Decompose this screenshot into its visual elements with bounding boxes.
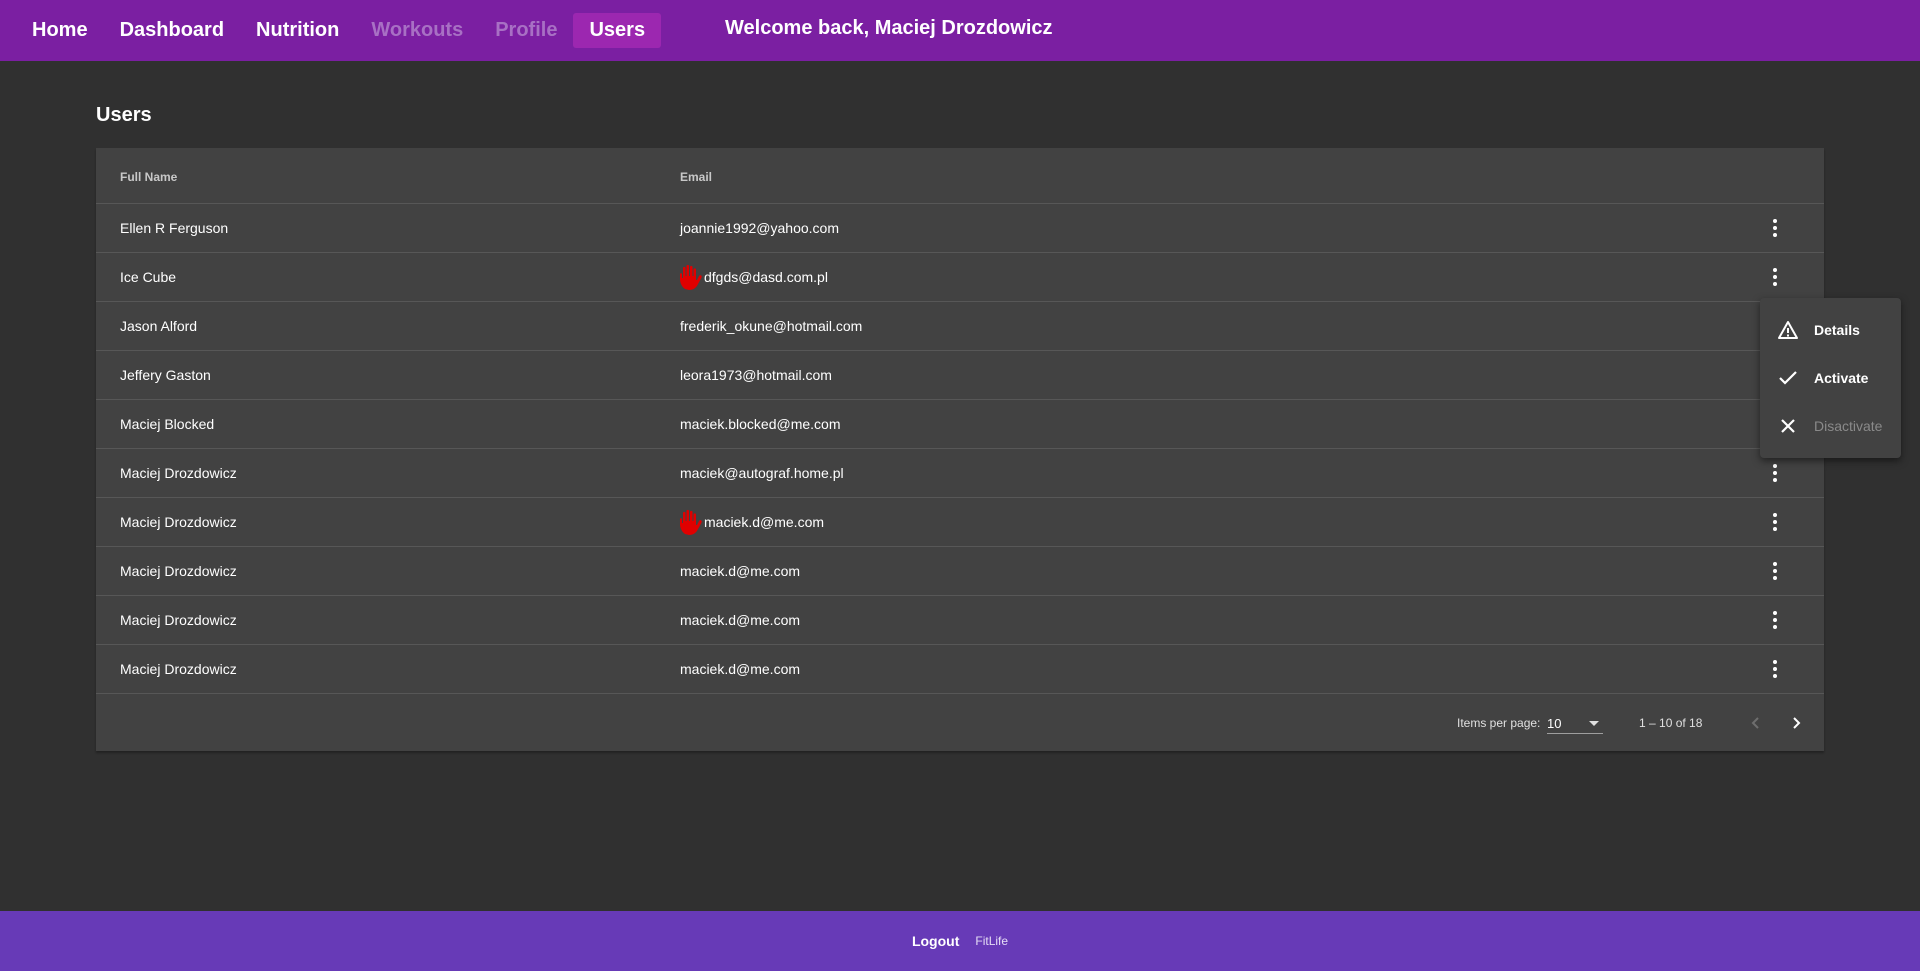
menu-item-details[interactable]: Details xyxy=(1760,306,1901,354)
cell-full-name: Jason Alford xyxy=(120,318,198,334)
cell-full-name: Maciej Drozdowicz xyxy=(120,612,237,628)
nav-users[interactable]: Users xyxy=(573,13,662,48)
users-table: Full Name Email Ellen R Ferguson joannie… xyxy=(96,148,1824,751)
table-row: Maciej Blocked maciek.blocked@me.com xyxy=(96,400,1824,449)
cell-full-name: Jeffery Gaston xyxy=(120,367,211,383)
table-row: Maciej Drozdowicz maciek.d@me.com xyxy=(96,596,1824,645)
menu-item-activate[interactable]: Activate xyxy=(1760,354,1901,402)
cell-email: maciek.blocked@me.com xyxy=(680,416,841,432)
column-header-full-name[interactable]: Full Name xyxy=(120,170,177,184)
cell-full-name: Ellen R Ferguson xyxy=(120,220,229,236)
cell-email: frederik_okune@hotmail.com xyxy=(680,318,862,334)
table-row: Jason Alford frederik_okune@hotmail.com xyxy=(96,302,1824,351)
email-text: frederik_okune@hotmail.com xyxy=(680,318,863,334)
email-text: joannie1992@yahoo.com xyxy=(680,220,839,236)
chevron-left-icon xyxy=(1751,717,1759,729)
items-per-page-select[interactable]: 10 xyxy=(1547,712,1603,734)
top-navbar: Home Dashboard Nutrition Workouts Profil… xyxy=(0,0,1920,61)
cell-full-name: Ice Cube xyxy=(120,269,177,285)
chevron-right-icon xyxy=(1793,717,1801,729)
table-row: Ellen R Ferguson joannie1992@yahoo.com xyxy=(96,204,1824,253)
check-icon xyxy=(1776,366,1800,390)
table-row: Maciej Drozdowicz maciek.d@me.com xyxy=(96,498,1824,547)
nav-home[interactable]: Home xyxy=(16,13,104,48)
logout-link[interactable]: Logout xyxy=(912,933,959,949)
dropdown-arrow-icon xyxy=(1589,721,1599,726)
email-text: dfgds@dasd.com.pl xyxy=(704,269,828,285)
cell-full-name: Maciej Blocked xyxy=(120,416,215,432)
more-vert-icon[interactable] xyxy=(1763,265,1787,289)
email-text: maciek.d@me.com xyxy=(680,563,801,579)
nav-dashboard[interactable]: Dashboard xyxy=(104,13,240,48)
nav-profile[interactable]: Profile xyxy=(479,13,573,48)
nav-workouts[interactable]: Workouts xyxy=(355,13,479,48)
email-text: maciek.d@me.com xyxy=(704,514,825,530)
blocked-hand-icon xyxy=(680,509,702,535)
row-actions-menu: Details Activate Disactivate xyxy=(1760,298,1901,458)
menu-item-disactivate[interactable]: Disactivate xyxy=(1760,402,1901,450)
items-per-page-label: Items per page: xyxy=(1457,716,1541,730)
cell-full-name: Maciej Drozdowicz xyxy=(120,514,237,530)
cell-email: joannie1992@yahoo.com xyxy=(680,220,839,236)
table-row: Maciej Drozdowicz maciek.d@me.com xyxy=(96,547,1824,596)
page-title: Users xyxy=(96,104,152,126)
email-text: maciek.d@me.com xyxy=(680,612,801,628)
previous-page-button[interactable] xyxy=(1742,709,1770,737)
brand-name: FitLife xyxy=(975,934,1009,948)
more-vert-icon[interactable] xyxy=(1763,559,1787,583)
cell-full-name: Maciej Drozdowicz xyxy=(120,661,237,677)
table-header-row: Full Name Email xyxy=(96,148,1824,204)
email-text: maciek@autograf.home.pl xyxy=(680,465,844,481)
email-text: maciek.d@me.com xyxy=(680,661,801,677)
table-row: Maciej Drozdowicz maciek.d@me.com xyxy=(96,645,1824,694)
menu-item-label: Activate xyxy=(1814,370,1869,386)
email-text: maciek.blocked@me.com xyxy=(680,416,841,432)
close-icon xyxy=(1776,414,1800,438)
email-text: leora1973@hotmail.com xyxy=(680,367,832,383)
table-row: Ice Cube dfgds@dasd.com.pl xyxy=(96,253,1824,302)
cell-full-name: Maciej Drozdowicz xyxy=(120,465,237,481)
paginator: Items per page: 10 1 – 10 of 18 xyxy=(96,695,1824,751)
blocked-hand-icon xyxy=(680,264,702,290)
nav-nutrition[interactable]: Nutrition xyxy=(240,13,355,48)
table-row: Maciej Drozdowicz maciek@autograf.home.p… xyxy=(96,449,1824,498)
more-vert-icon[interactable] xyxy=(1763,461,1787,485)
cell-email: maciek@autograf.home.pl xyxy=(680,465,844,481)
more-vert-icon[interactable] xyxy=(1763,510,1787,534)
cell-email: leora1973@hotmail.com xyxy=(680,367,832,383)
more-vert-icon[interactable] xyxy=(1763,657,1787,681)
cell-email: dfgds@dasd.com.pl xyxy=(680,264,828,290)
cell-email: maciek.d@me.com xyxy=(680,661,800,677)
more-vert-icon[interactable] xyxy=(1763,608,1787,632)
cell-full-name: Maciej Drozdowicz xyxy=(120,563,237,579)
table-row: Jeffery Gaston leora1973@hotmail.com xyxy=(96,351,1824,400)
items-per-page-value: 10 xyxy=(1547,716,1562,731)
warning-icon xyxy=(1776,318,1800,342)
cell-email: maciek.d@me.com xyxy=(680,563,800,579)
next-page-button[interactable] xyxy=(1782,709,1810,737)
column-header-email[interactable]: Email xyxy=(680,170,712,184)
more-vert-icon[interactable] xyxy=(1763,216,1787,240)
cell-email: maciek.d@me.com xyxy=(680,509,825,535)
footer: Logout FitLife xyxy=(0,911,1920,971)
menu-item-label: Disactivate xyxy=(1814,418,1883,434)
cell-email: maciek.d@me.com xyxy=(680,612,800,628)
menu-item-label: Details xyxy=(1814,322,1860,338)
welcome-message: Welcome back, Maciej Drozdowicz xyxy=(725,17,1053,39)
nav-menu: Home Dashboard Nutrition Workouts Profil… xyxy=(0,13,662,48)
page-range-label: 1 – 10 of 18 xyxy=(1639,716,1703,730)
